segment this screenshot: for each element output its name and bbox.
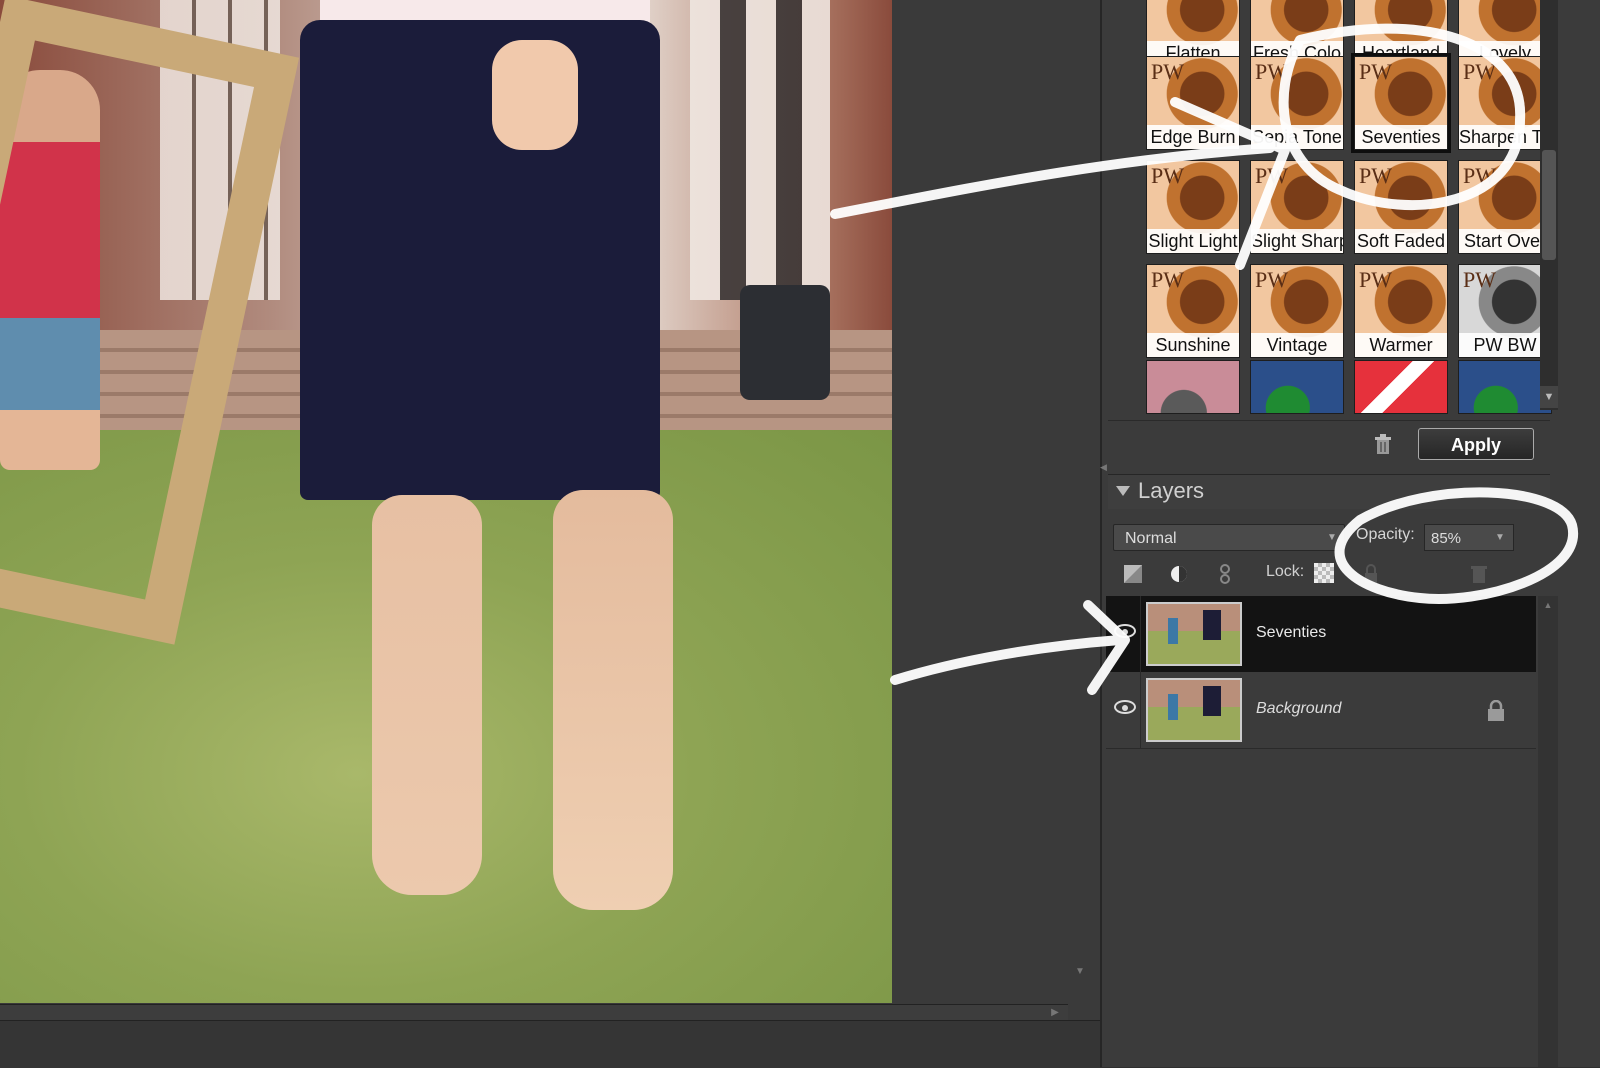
- layer-name: Seventies: [1256, 624, 1327, 641]
- layer-thumbnail: [1146, 678, 1242, 742]
- effect-label: Seventies: [1355, 125, 1447, 149]
- scroll-up-icon[interactable]: ▲: [1540, 600, 1556, 616]
- effect-preview-image: [1147, 361, 1239, 413]
- effect-label: Vintage: [1251, 333, 1343, 357]
- effect-label: Sepia Tone: [1251, 125, 1343, 149]
- layers-scrollbar[interactable]: [1538, 596, 1558, 1067]
- effect-tile-partial[interactable]: [1354, 360, 1448, 414]
- effect-preview-image: [1459, 361, 1551, 413]
- effect-tile-partial[interactable]: [1458, 360, 1552, 414]
- effects-scrollbar-thumb[interactable]: [1542, 150, 1556, 260]
- effect-tile-seventies[interactable]: PW Seventies: [1351, 53, 1451, 153]
- trash-icon[interactable]: [1372, 432, 1394, 456]
- effect-tile-slight-sharp[interactable]: PW Slight Sharp: [1250, 160, 1344, 254]
- lock-label: Lock:: [1266, 563, 1305, 580]
- effect-label: Warmer: [1355, 333, 1447, 357]
- photo-hand: [492, 40, 578, 150]
- effect-label: Start Over: [1459, 229, 1551, 253]
- chevron-down-icon[interactable]: ▼: [1322, 528, 1342, 548]
- effect-tile-edge-burn[interactable]: PW Edge Burn: [1146, 56, 1240, 150]
- effect-label: PW BW: [1459, 333, 1551, 357]
- effect-label: Slight Sharp: [1251, 229, 1343, 253]
- layer-name: Background: [1256, 700, 1342, 717]
- effect-pw-mark: PW: [1359, 267, 1392, 292]
- eye-icon[interactable]: [1114, 700, 1136, 714]
- scroll-down-icon[interactable]: ▼: [1540, 386, 1558, 408]
- lock-transparency-icon[interactable]: [1314, 563, 1334, 583]
- effect-tile-vintage[interactable]: PW Vintage: [1250, 264, 1344, 358]
- effect-label: Slight Light: [1147, 229, 1239, 253]
- effect-tile-slight-light[interactable]: PW Slight Light: [1146, 160, 1240, 254]
- layer-row-background[interactable]: Background: [1106, 672, 1536, 749]
- effect-pw-mark: PW: [1255, 59, 1288, 84]
- bottom-bar: [0, 1020, 1100, 1068]
- effect-tile-soft-faded[interactable]: PW Soft Faded: [1354, 160, 1448, 254]
- chevron-down-icon[interactable]: ▼: [1490, 528, 1510, 548]
- effect-pw-mark: PW: [1463, 163, 1496, 188]
- effect-label: Soft Faded: [1355, 229, 1447, 253]
- effect-tile-sharpen-this[interactable]: PW Sharpen This: [1458, 56, 1552, 150]
- scroll-right-icon[interactable]: ▶: [1046, 1006, 1064, 1020]
- apply-button[interactable]: Apply: [1418, 428, 1534, 460]
- effect-tile-warmer[interactable]: PW Warmer: [1354, 264, 1448, 358]
- effect-tile-sepia-tone[interactable]: PW Sepia Tone: [1250, 56, 1344, 150]
- layer-divider: [1140, 672, 1141, 748]
- lock-all-icon[interactable]: [1360, 563, 1382, 585]
- layer-row-seventies[interactable]: Seventies: [1106, 596, 1536, 673]
- effect-pw-mark: PW: [1151, 267, 1184, 292]
- effect-tile-partial[interactable]: [1146, 360, 1240, 414]
- effect-label: Edge Burn: [1147, 125, 1239, 149]
- photo-trashcan: [740, 285, 830, 400]
- effect-label: Sunshine: [1147, 333, 1239, 357]
- photo-leg-right: [553, 490, 673, 910]
- eye-icon[interactable]: [1114, 624, 1136, 638]
- effect-tile-start-over[interactable]: PW Start Over: [1458, 160, 1552, 254]
- effect-pw-mark: PW: [1255, 163, 1288, 188]
- effect-pw-mark: PW: [1151, 163, 1184, 188]
- new-layer-icon[interactable]: [1122, 563, 1144, 585]
- effect-tile-pw-bw[interactable]: PW PW BW: [1458, 264, 1552, 358]
- scroll-down-icon[interactable]: ▼: [1072, 966, 1088, 982]
- effect-pw-mark: PW: [1463, 59, 1496, 84]
- effect-pw-mark: PW: [1463, 267, 1496, 292]
- delete-layer-icon[interactable]: [1468, 563, 1490, 585]
- effect-pw-mark: PW: [1255, 267, 1288, 292]
- photo-door-right: [690, 0, 830, 300]
- collapse-triangle-icon[interactable]: [1116, 486, 1130, 496]
- effect-label: Sharpen This: [1459, 125, 1551, 149]
- adjustment-layer-icon[interactable]: [1168, 563, 1190, 585]
- effect-tile-sunshine[interactable]: PW Sunshine: [1146, 264, 1240, 358]
- effect-tile-partial[interactable]: [1250, 360, 1344, 414]
- layer-divider: [1140, 596, 1141, 672]
- link-icon[interactable]: [1214, 563, 1236, 585]
- blend-mode-select[interactable]: Normal: [1113, 524, 1345, 551]
- effect-pw-mark: PW: [1359, 163, 1392, 188]
- layer-thumbnail: [1146, 602, 1242, 666]
- horizontal-scrollbar[interactable]: [0, 1004, 1068, 1021]
- effect-pw-mark: PW: [1151, 59, 1184, 84]
- lock-icon: [1488, 700, 1504, 721]
- effect-pw-mark: PW: [1359, 59, 1392, 84]
- photo-canvas[interactable]: [0, 0, 892, 1003]
- effect-preview-image: [1251, 361, 1343, 413]
- photo-leg-left: [372, 495, 482, 895]
- layers-panel-title: Layers: [1138, 478, 1205, 503]
- opacity-label: Opacity:: [1356, 526, 1415, 543]
- photo-shorts: [300, 20, 660, 500]
- effect-preview-image: [1355, 361, 1447, 413]
- panel-collapse-icon[interactable]: ◀: [1100, 462, 1107, 490]
